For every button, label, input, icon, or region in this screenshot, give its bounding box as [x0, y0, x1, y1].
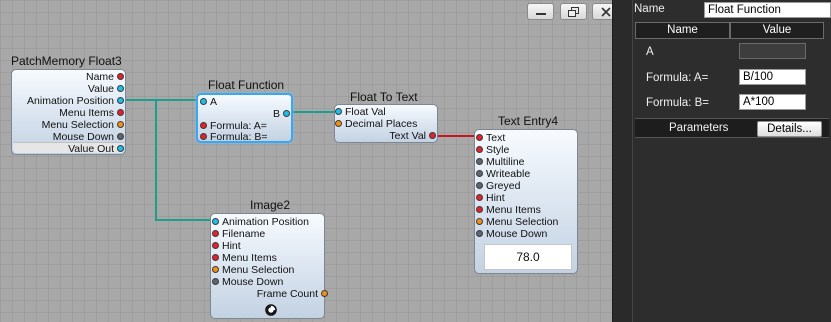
pin-mouse-down[interactable]: Mouse Down	[212, 276, 283, 288]
pin-dot	[117, 73, 124, 80]
pin-dot	[476, 206, 483, 213]
pin-float-val[interactable]: Float Val	[335, 106, 386, 118]
pin-text[interactable]: Text	[476, 132, 505, 144]
properties-panel: Name Float Function Name Value A Formula…	[632, 0, 831, 322]
param-label-formula-a: Formula: A=	[646, 72, 709, 84]
float-function-node[interactable]: A B Formula: A= Formula: B=	[196, 93, 293, 143]
pin-dot	[476, 194, 483, 201]
restore-icon	[567, 6, 579, 17]
pin-dot	[476, 158, 483, 165]
pin-frame-count[interactable]: Frame Count	[257, 288, 328, 300]
parameters-label: Parameters	[669, 122, 729, 134]
pin-dot	[476, 182, 483, 189]
pin-dot	[212, 230, 219, 237]
pin-hint[interactable]: Hint	[476, 192, 505, 204]
pin-dot	[117, 97, 124, 104]
pin-animation-position[interactable]: Animation Position	[27, 95, 124, 107]
pin-menu-selection[interactable]: Menu Selection	[42, 119, 124, 131]
pin-dot	[476, 170, 483, 177]
pin-dot	[200, 122, 207, 129]
param-value-formula-b[interactable]: A*100	[739, 94, 806, 110]
pin-dot	[212, 218, 219, 225]
text-entry-node[interactable]: Text Style Multiline Writeable Greyed Hi…	[474, 129, 578, 274]
pin-dot	[476, 230, 483, 237]
pin-dot	[212, 254, 219, 261]
param-label-formula-b: Formula: B=	[646, 97, 709, 109]
pin-dot	[117, 133, 124, 140]
text-entry-title: Text Entry4	[498, 114, 559, 128]
restore-button[interactable]	[560, 3, 587, 20]
pin-name[interactable]: Name	[86, 71, 124, 83]
param-label-a: A	[646, 46, 654, 58]
pin-dot	[117, 145, 124, 152]
image-title: Image2	[250, 198, 291, 212]
pin-decimal-places[interactable]: Decimal Places	[335, 118, 417, 130]
pin-a[interactable]: A	[200, 96, 217, 108]
float-to-text-node[interactable]: Float Val Decimal Places Text Val	[334, 104, 438, 143]
pin-value-out[interactable]: Value Out	[68, 143, 124, 155]
pin-dot	[476, 146, 483, 153]
pin-menu-items[interactable]: Menu Items	[476, 204, 541, 216]
pin-dot	[476, 218, 483, 225]
pin-dot	[335, 120, 342, 127]
pin-dot	[283, 110, 290, 117]
pin-menu-items[interactable]: Menu Items	[59, 107, 124, 119]
pin-dot	[212, 266, 219, 273]
pin-formula-b[interactable]: Formula: B=	[200, 131, 267, 143]
text-entry-value-box[interactable]: 78.0	[484, 244, 572, 270]
name-label: Name	[634, 3, 665, 15]
pin-b[interactable]: B	[273, 108, 290, 120]
pin-menu-selection[interactable]: Menu Selection	[476, 216, 558, 228]
parameters-bar: Parameters Details...	[635, 118, 829, 138]
pin-hint[interactable]: Hint	[212, 240, 241, 252]
pin-dot	[212, 242, 219, 249]
param-value-a	[739, 43, 806, 59]
details-button[interactable]: Details...	[757, 121, 822, 137]
minimize-button[interactable]	[527, 3, 554, 20]
pin-filename[interactable]: Filename	[212, 228, 265, 240]
pin-writeable[interactable]: Writeable	[476, 168, 530, 180]
patch-memory-node[interactable]: Name Value Animation Position Menu Items…	[11, 69, 126, 155]
pin-value[interactable]: Value	[88, 83, 124, 95]
column-header-name: Name	[635, 22, 730, 39]
param-value-formula-a[interactable]: B/100	[739, 69, 806, 85]
pin-text-val[interactable]: Text Val	[389, 130, 436, 142]
pin-dot	[117, 121, 124, 128]
pin-multiline[interactable]: Multiline	[476, 156, 525, 168]
pin-mouse-down[interactable]: Mouse Down	[476, 228, 547, 240]
pin-menu-items[interactable]: Menu Items	[212, 252, 277, 264]
minimize-icon	[535, 12, 546, 15]
pin-dot	[117, 109, 124, 116]
pin-dot	[321, 290, 328, 297]
pin-greyed[interactable]: Greyed	[476, 180, 520, 192]
loading-spinner-icon	[265, 304, 277, 316]
pin-dot	[117, 85, 124, 92]
image-node[interactable]: Animation Position Filename Hint Menu It…	[210, 213, 328, 319]
pin-animation-position[interactable]: Animation Position	[212, 216, 309, 228]
float-to-text-title: Float To Text	[350, 90, 418, 104]
pin-dot	[200, 133, 207, 140]
pin-style[interactable]: Style	[476, 144, 509, 156]
pin-dot	[212, 278, 219, 285]
pin-menu-selection[interactable]: Menu Selection	[212, 264, 294, 276]
close-button[interactable]	[592, 3, 612, 20]
vertical-scrollbar[interactable]	[612, 0, 632, 322]
column-header-value: Value	[730, 22, 824, 39]
close-icon	[600, 6, 611, 17]
pin-dot	[200, 98, 207, 105]
pin-dot	[429, 132, 436, 139]
pin-dot	[476, 134, 483, 141]
graph-canvas[interactable]: PatchMemory Float3 Name Value Animation …	[0, 0, 612, 322]
node-name-field[interactable]: Float Function	[704, 2, 831, 18]
pin-dot	[335, 108, 342, 115]
patch-memory-title: PatchMemory Float3	[11, 54, 122, 68]
float-function-title: Float Function	[208, 78, 285, 92]
